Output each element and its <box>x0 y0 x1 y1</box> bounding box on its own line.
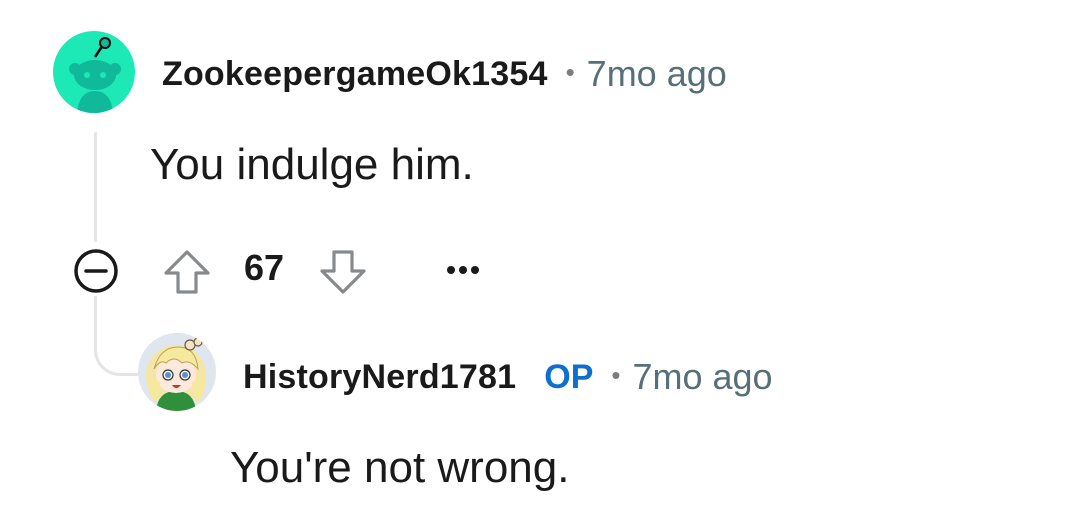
reddit-snoo-icon <box>69 37 121 113</box>
user-avatar[interactable] <box>138 333 216 411</box>
user-avatar[interactable] <box>53 31 135 113</box>
separator-dot: • <box>611 359 621 390</box>
vote-score: 67 <box>244 247 285 288</box>
comment-body: You indulge him. <box>150 140 474 189</box>
comment-header: HistoryNerd1781 OP • 7mo ago <box>243 355 773 399</box>
username[interactable]: ZookeepergameOk1354 <box>162 55 548 94</box>
comment-header: ZookeepergameOk1354 • 7mo ago <box>162 52 727 96</box>
username[interactable]: HistoryNerd1781 <box>243 358 516 397</box>
anime-girl-avatar-icon <box>146 337 206 411</box>
arrow-down-icon <box>320 250 366 294</box>
timestamp[interactable]: 7mo ago <box>632 356 772 398</box>
arrow-up-icon <box>164 250 210 294</box>
downvote-button[interactable] <box>316 246 370 298</box>
thread-line[interactable] <box>94 132 97 242</box>
more-options-button[interactable] <box>440 252 486 288</box>
comment-body: You're not wrong. <box>230 443 570 492</box>
minus-circle-icon <box>74 249 118 293</box>
collapse-thread-button[interactable] <box>68 247 124 295</box>
separator-dot: • <box>565 56 575 87</box>
timestamp[interactable]: 7mo ago <box>587 53 727 95</box>
op-badge: OP <box>544 357 594 396</box>
more-horizontal-icon <box>447 266 479 274</box>
upvote-button[interactable] <box>160 246 214 298</box>
